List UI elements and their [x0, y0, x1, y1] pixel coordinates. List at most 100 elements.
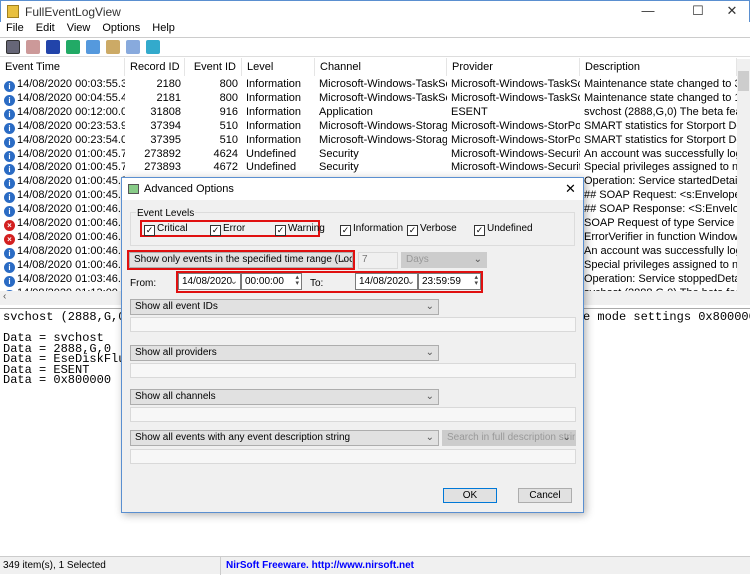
- cell-text: 14/08/2020 00:23:53.993: [17, 119, 125, 132]
- cell-time: i14/08/2020 00:23:54.061: [0, 133, 125, 148]
- maximize-button[interactable]: ☐: [681, 3, 715, 21]
- checkbox-error[interactable]: ✓ Error: [210, 223, 245, 236]
- cell-text: 4672: [213, 161, 238, 174]
- menu-edit[interactable]: Edit: [36, 22, 55, 34]
- save-icon[interactable]: [46, 40, 60, 54]
- cell-text: 37394: [150, 119, 181, 132]
- column-provider[interactable]: Provider: [447, 58, 580, 76]
- cell-channel: Microsoft-Windows-TaskSche...: [315, 77, 447, 91]
- properties-icon[interactable]: [6, 40, 20, 54]
- cell-text: 14/08/2020 00:23:54.061: [17, 133, 125, 146]
- event-ids-input[interactable]: [130, 317, 576, 332]
- checkbox-warning[interactable]: ✓ Warning: [275, 223, 325, 236]
- checkbox-information[interactable]: ✓ Information: [340, 223, 403, 236]
- checkbox-undefined[interactable]: ✓ Undefined: [474, 223, 533, 236]
- cell-text: Microsoft-Windows-TaskSche...: [319, 91, 447, 104]
- cell-desc: Operation: Service stoppedDetails: The s: [580, 272, 737, 286]
- column-record-id[interactable]: Record ID: [125, 58, 185, 76]
- cell-text: Operation: Service startedDetails: The s…: [584, 175, 737, 188]
- cell-text: 510: [219, 119, 238, 132]
- time-unit-select[interactable]: Days ⌄: [401, 252, 487, 268]
- cell-text: Information: [246, 105, 302, 118]
- menu-file[interactable]: File: [6, 22, 24, 34]
- column-event-id[interactable]: Event ID: [185, 58, 242, 76]
- cell-text: Special privileges assigned to new logon: [584, 258, 737, 271]
- vertical-scrollbar[interactable]: [737, 59, 750, 291]
- refresh-icon[interactable]: [66, 40, 80, 54]
- channels-input[interactable]: [130, 407, 576, 422]
- cell-level: Information: [242, 91, 315, 105]
- table-row[interactable]: i14/08/2020 01:00:45.773 273893 4672 Undefi…: [0, 160, 737, 176]
- menu-options[interactable]: Options: [102, 22, 140, 34]
- cell-channel: Microsoft-Windows-Storage-...: [315, 133, 447, 147]
- cell-level: Undefined: [242, 160, 315, 174]
- cell-text: Microsoft-Windows-Storage-...: [319, 133, 447, 146]
- menu-help[interactable]: Help: [152, 22, 175, 34]
- exit-icon[interactable]: [146, 40, 160, 54]
- checkbox-critical[interactable]: ✓ Critical: [144, 223, 188, 236]
- close-button[interactable]: ✕: [715, 3, 749, 21]
- status-bar: 349 item(s), 1 Selected NirSoft Freeware…: [0, 556, 750, 575]
- column-level[interactable]: Level: [242, 58, 315, 76]
- description-input[interactable]: [130, 449, 576, 464]
- cell-time: ×14/08/2020 01:00:46.561: [0, 230, 125, 245]
- providers-select[interactable]: Show all providers ⌄: [130, 345, 439, 361]
- cancel-button[interactable]: Cancel: [518, 488, 572, 503]
- cell-time: i14/08/2020 01:00:46.906: [0, 244, 125, 259]
- from-time-picker[interactable]: 00:00:00 ▴ ▾: [241, 273, 302, 290]
- last-n-input[interactable]: 7: [358, 252, 398, 269]
- checkbox-verbose[interactable]: ✓ Verbose: [407, 223, 457, 236]
- menu-view[interactable]: View: [67, 22, 91, 34]
- cell-channel: Application: [315, 105, 447, 119]
- dialog-title-bar: Advanced Options ✕: [122, 178, 583, 200]
- database-icon[interactable]: [26, 40, 40, 54]
- time-range-select[interactable]: Show only events in the specified time r…: [129, 252, 353, 268]
- table-row[interactable]: i14/08/2020 00:03:55.354 2180 800 Informati…: [0, 77, 737, 92]
- cell-text: SMART statistics for Storport Device (Po: [584, 119, 737, 132]
- to-date-picker[interactable]: 14/08/2020 ⌄: [355, 273, 418, 290]
- dialog-close-button[interactable]: ✕: [565, 181, 576, 197]
- description-select[interactable]: Show all events with any event descripti…: [130, 430, 439, 446]
- table-row[interactable]: i14/08/2020 00:04:55.409 2181 800 Informati…: [0, 91, 737, 106]
- cell-text: 14/08/2020 00:04:55.409: [17, 91, 125, 104]
- column-event-time[interactable]: Event Time: [0, 58, 125, 76]
- from-date-picker[interactable]: 14/08/2020 ⌄: [178, 273, 241, 290]
- table-row[interactable]: i14/08/2020 00:23:53.993 37394 510 Informat…: [0, 119, 737, 134]
- description-mode-select[interactable]: Search in full description string (S⌄: [442, 430, 576, 446]
- cell-desc: Operation: Service startedDetails: The s…: [580, 174, 737, 188]
- cell-text: 2181: [156, 91, 181, 104]
- menu-bar: File Edit View Options Help: [0, 22, 750, 37]
- minimize-button[interactable]: —: [631, 3, 665, 21]
- find-icon[interactable]: [126, 40, 140, 54]
- cell-text: 14/08/2020 01:00:46.559: [17, 203, 125, 216]
- data-line: Data = 0x800000: [3, 373, 112, 387]
- cell-text: Microsoft-Windows-Security-...: [451, 161, 580, 174]
- cell-level: Information: [242, 119, 315, 133]
- channels-select[interactable]: Show all channels ⌄: [130, 389, 439, 405]
- event-ids-select[interactable]: Show all event IDs ⌄: [130, 299, 439, 315]
- cell-text: Information: [246, 119, 302, 132]
- column-description[interactable]: Description: [580, 58, 737, 76]
- cell-provider: ESENT: [447, 105, 580, 119]
- cell-channel: Security: [315, 147, 447, 161]
- copy-icon[interactable]: [86, 40, 100, 54]
- advanced-options-icon[interactable]: [106, 40, 120, 54]
- table-row[interactable]: i14/08/2020 01:00:45.773 273892 4624 Undefi…: [0, 147, 737, 162]
- scroll-thumb[interactable]: [738, 71, 749, 91]
- cell-text: Microsoft-Windows-TaskSche...: [319, 78, 447, 90]
- nirsoft-link[interactable]: NirSoft Freeware. http://www.nirsoft.net: [226, 560, 414, 571]
- table-row[interactable]: i14/08/2020 00:23:54.061 37395 510 Informat…: [0, 133, 737, 148]
- column-channel[interactable]: Channel: [315, 58, 447, 76]
- to-time-picker[interactable]: 23:59:59 ▴ ▾: [418, 273, 481, 290]
- cell-time: i14/08/2020 01:00:45.839: [0, 188, 125, 204]
- cell-desc: Special privileges assigned to new logon: [580, 258, 737, 272]
- cell-level: Information: [242, 77, 315, 91]
- providers-input[interactable]: [130, 363, 576, 378]
- ok-button[interactable]: OK: [443, 488, 497, 503]
- cell-eid: 510: [185, 119, 242, 133]
- from-label: From:: [130, 278, 157, 289]
- table-row[interactable]: i14/08/2020 00:12:00.004 31808 916 Informat…: [0, 105, 737, 120]
- cell-text: Operation: Service stoppedDetails: The s: [584, 272, 737, 285]
- cell-text: Microsoft-Windows-TaskSche...: [451, 91, 580, 104]
- cell-rec: 37394: [125, 119, 185, 133]
